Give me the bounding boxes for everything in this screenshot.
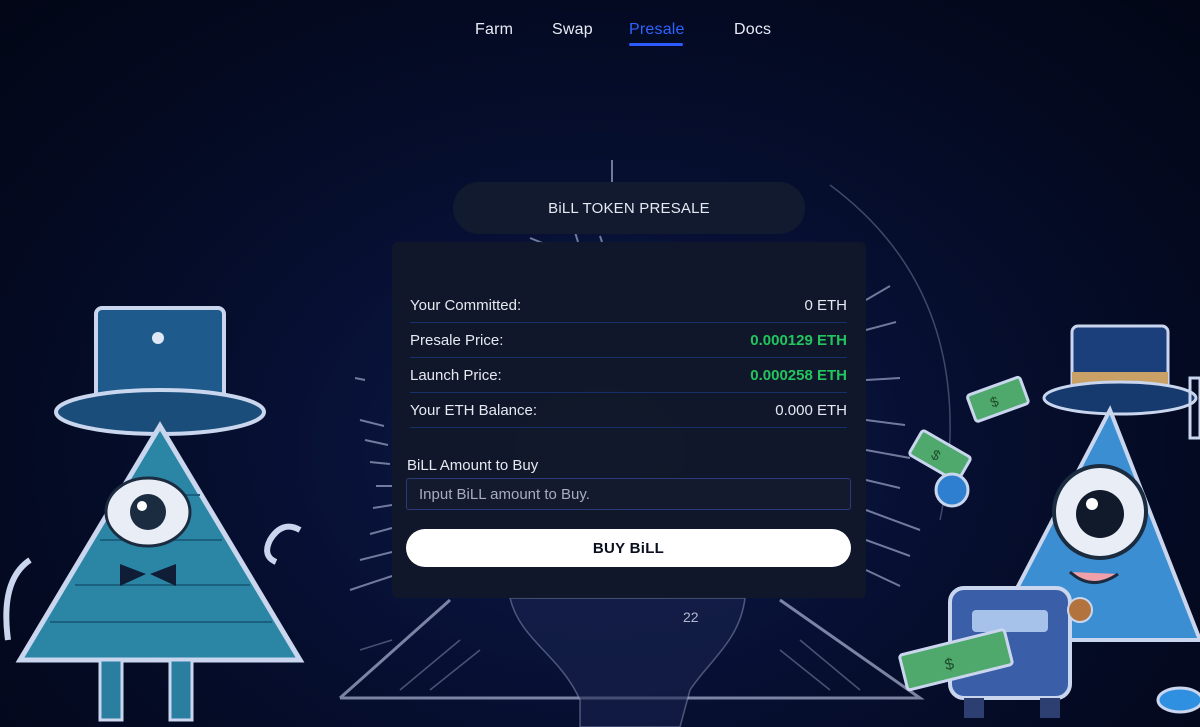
committed-value: 0 ETH xyxy=(804,297,847,314)
eth-balance-label: Your ETH Balance: xyxy=(410,402,538,419)
nav-docs[interactable]: Docs xyxy=(734,21,771,39)
presale-card: Your Committed: 0 ETH Presale Price: 0.0… xyxy=(392,242,866,598)
svg-text:$: $ xyxy=(929,446,944,464)
buy-bill-button[interactable]: BUY BiLL xyxy=(406,529,851,567)
launch-price-value: 0.000258 ETH xyxy=(750,367,847,384)
amount-label: BiLL Amount to Buy xyxy=(407,457,539,474)
left-pyramid-mascot xyxy=(3,306,305,722)
launch-price-label: Launch Price: xyxy=(410,367,502,384)
eth-balance-row: Your ETH Balance: 0.000 ETH xyxy=(410,394,847,428)
presale-price-row: Presale Price: 0.000129 ETH xyxy=(410,324,847,358)
hand-illustration xyxy=(509,597,746,727)
right-pyramid-mascot: $ $ $ xyxy=(898,324,1200,718)
svg-text:$: $ xyxy=(988,393,1001,411)
eth-balance-value: 0.000 ETH xyxy=(775,402,847,419)
committed-label: Your Committed: xyxy=(410,297,522,314)
clock-number: 22 xyxy=(683,609,699,625)
committed-row: Your Committed: 0 ETH xyxy=(410,289,847,323)
nav-active-indicator xyxy=(629,43,683,46)
launch-price-row: Launch Price: 0.000258 ETH xyxy=(410,359,847,393)
presale-price-label: Presale Price: xyxy=(410,332,504,349)
nav-swap[interactable]: Swap xyxy=(552,21,593,39)
presale-price-value: 0.000129 ETH xyxy=(750,332,847,349)
eye-triangle-outline xyxy=(339,598,925,700)
triangle-hatching xyxy=(359,639,861,691)
top-nav: Farm Swap Presale Docs xyxy=(0,0,1200,60)
nav-farm[interactable]: Farm xyxy=(475,21,513,39)
nav-presale[interactable]: Presale xyxy=(629,21,685,39)
presale-title: BiLL TOKEN PRESALE xyxy=(453,182,805,234)
svg-text:$: $ xyxy=(943,656,956,675)
bill-amount-input[interactable] xyxy=(406,478,851,510)
